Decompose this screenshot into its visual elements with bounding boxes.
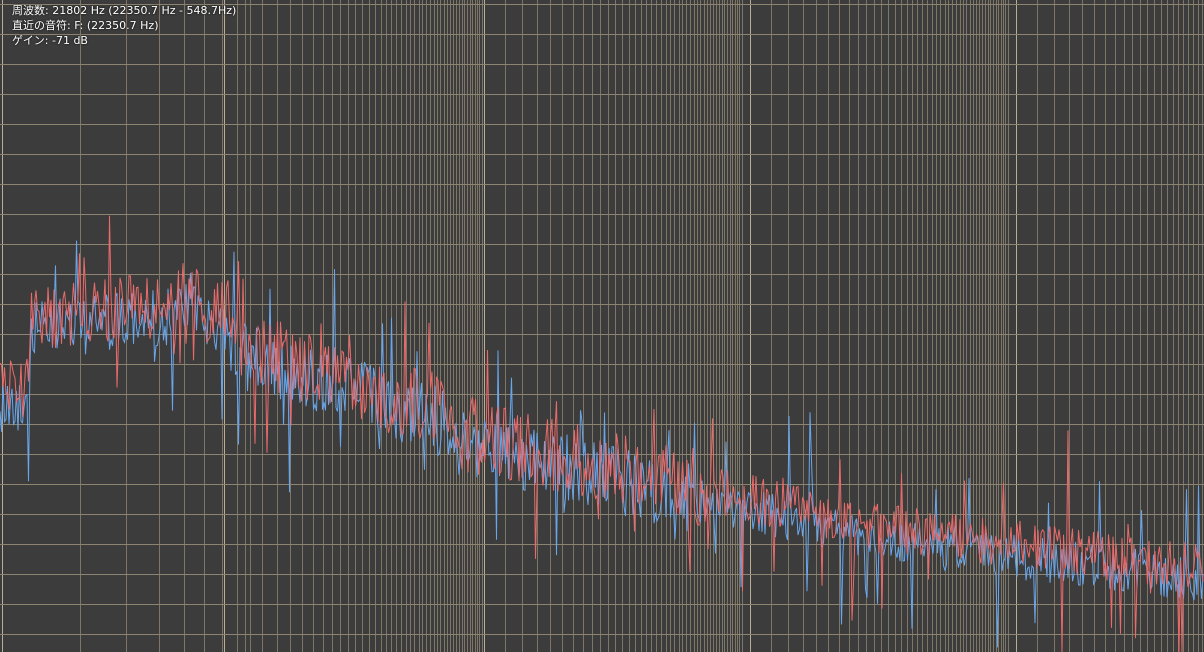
- spectrum-analyzer-window[interactable]: 周波数: 21802 Hz (22350.7 Hz - 548.7Hz) 直近の…: [0, 0, 1204, 652]
- gain-readout: ゲイン: -71 dB: [12, 34, 88, 47]
- frequency-readout: 周波数: 21802 Hz (22350.7 Hz - 548.7Hz): [12, 4, 237, 17]
- cursor-readout: 周波数: 21802 Hz (22350.7 Hz - 548.7Hz) 直近の…: [12, 3, 236, 48]
- spectrum-plot[interactable]: [0, 0, 1204, 652]
- nearest-note-readout: 直近の音符: F: (22350.7 Hz): [12, 19, 159, 32]
